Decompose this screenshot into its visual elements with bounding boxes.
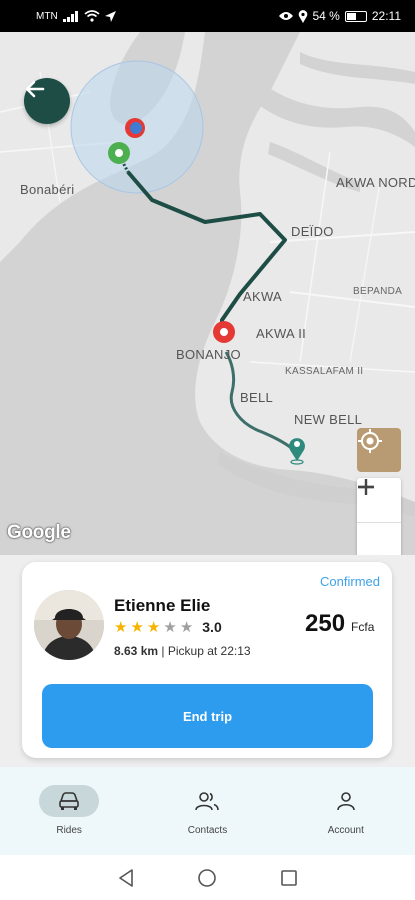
- trip-distance: 8.63 km: [114, 644, 159, 658]
- trip-price: 250 Fcfa: [305, 610, 374, 638]
- status-bar: MTN 54 % 22:11: [0, 0, 415, 32]
- eye-icon: [278, 12, 293, 20]
- zoom-controls: [357, 478, 401, 555]
- nav-item-rides[interactable]: Rides: [19, 767, 119, 855]
- star-filled-icon: ★: [114, 619, 128, 636]
- map-label-deido: DEÏDO: [291, 224, 334, 239]
- price-value: 250: [305, 610, 346, 637]
- battery-icon: [344, 10, 367, 22]
- pickup-time: Pickup at 22:13: [167, 644, 251, 658]
- battery-level: [346, 12, 357, 20]
- star-empty-icon: ★: [179, 619, 194, 636]
- send-icon: [104, 10, 116, 22]
- map-label-bonanjo: BONANJO: [176, 347, 241, 362]
- rating-value: 3.0: [202, 619, 222, 635]
- map-view[interactable]: Bonabéri AKWA NORD DEÏDO BEPANDA AKWA AK…: [0, 32, 415, 555]
- trip-status-label: Confirmed: [320, 574, 380, 589]
- battery-percent: 54 %: [312, 9, 340, 23]
- nav-label-contacts: Contacts: [187, 825, 228, 836]
- car-icon: [59, 792, 79, 810]
- arrow-left-icon: [25, 80, 45, 98]
- trip-info: 8.63 km | Pickup at 22:13: [114, 644, 251, 658]
- destination-marker: [289, 438, 305, 465]
- clock: 22:11: [371, 9, 401, 23]
- nav-account-icon-wrap: [316, 785, 376, 817]
- driver-avatar: [34, 590, 104, 660]
- star-empty-icon: ★: [163, 619, 177, 636]
- zoom-out-button[interactable]: [357, 485, 401, 555]
- bottom-navigation: Rides Contacts Account: [0, 767, 415, 855]
- driver-rating: ★ ★ ★ ★ ★ 3.0: [114, 618, 222, 636]
- location-icon: [298, 9, 307, 23]
- driver-marker: [108, 142, 130, 164]
- pickup-marker: [213, 321, 235, 343]
- nav-rides-icon-wrap: [39, 785, 100, 817]
- map-label-akwa-ii: AKWA II: [256, 326, 307, 341]
- my-location-button[interactable]: [357, 428, 401, 472]
- account-icon: [337, 792, 355, 811]
- trip-card: Confirmed Etienne Elie ★ ★ ★ ★ ★ 3.0 8.63 km …: [22, 562, 392, 758]
- wifi-icon: [84, 10, 100, 22]
- system-home-button[interactable]: [192, 863, 222, 893]
- map-label-bepanda: BEPANDA: [353, 286, 403, 297]
- system-back-button[interactable]: [111, 863, 141, 893]
- google-attribution: Google: [7, 522, 71, 543]
- origin-marker: [125, 118, 145, 138]
- signal-icon: [62, 10, 78, 22]
- back-button[interactable]: [24, 78, 70, 124]
- triangle-back-icon: [119, 868, 133, 887]
- system-navigation: [0, 855, 415, 900]
- status-left: MTN: [36, 10, 116, 22]
- star-filled-icon: ★: [146, 619, 161, 636]
- nav-item-contacts[interactable]: Contacts: [157, 767, 257, 855]
- contacts-icon: [195, 792, 220, 811]
- crosshair-icon: [358, 429, 382, 453]
- creek-2: [300, 52, 415, 84]
- map-label-kassalafam: KASSALAFAM II: [285, 366, 364, 377]
- map-label-new-bell: NEW BELL: [294, 412, 363, 427]
- minus-icon: [358, 485, 374, 489]
- map-label-akwa-nord: AKWA NORD: [336, 175, 415, 190]
- star-filled-icon: ★: [130, 619, 144, 636]
- status-right: 54 % 22:11: [278, 9, 401, 23]
- road-8: [349, 181, 381, 363]
- map-label-akwa: AKWA: [243, 289, 283, 304]
- creek-network: [250, 72, 415, 147]
- end-trip-button[interactable]: End trip: [42, 684, 373, 748]
- price-currency: Fcfa: [351, 620, 375, 634]
- map-label-bonaberi: Bonabéri: [20, 182, 75, 197]
- system-recents-button[interactable]: [274, 863, 304, 893]
- driver-photo: [34, 590, 104, 660]
- nav-item-account[interactable]: Account: [296, 767, 396, 855]
- nav-contacts-icon-wrap: [177, 785, 237, 817]
- circle-home-icon: [198, 868, 217, 887]
- nav-label-account: Account: [327, 825, 364, 836]
- nav-label-rides: Rides: [56, 825, 82, 836]
- map-label-bell: BELL: [240, 390, 274, 405]
- driver-name: Etienne Elie: [114, 596, 211, 615]
- square-recents-icon: [281, 869, 297, 886]
- carrier-label: MTN: [36, 10, 58, 22]
